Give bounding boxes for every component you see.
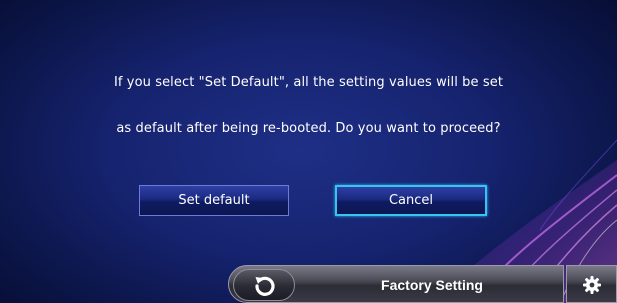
gear-icon	[583, 276, 601, 294]
cancel-button[interactable]: Cancel	[335, 185, 487, 216]
cancel-label: Cancel	[388, 193, 434, 208]
set-default-label: Set default	[178, 193, 250, 208]
back-button[interactable]	[233, 269, 295, 301]
back-arrow-icon	[255, 276, 275, 296]
title-bar: Factory Setting	[228, 265, 564, 303]
set-default-button[interactable]: Set default	[139, 185, 289, 216]
screen-title: Factory Setting	[381, 277, 483, 293]
bottom-bar: Factory Setting	[228, 265, 617, 303]
confirm-message-line2: as default after being re-booted. Do you…	[116, 121, 501, 136]
confirm-message-line1: If you select "Set Default", all the set…	[113, 75, 504, 90]
settings-button[interactable]	[566, 265, 617, 303]
factory-reset-screen: If you select "Set Default", all the set…	[0, 0, 617, 303]
background-swoosh	[430, 139, 617, 303]
